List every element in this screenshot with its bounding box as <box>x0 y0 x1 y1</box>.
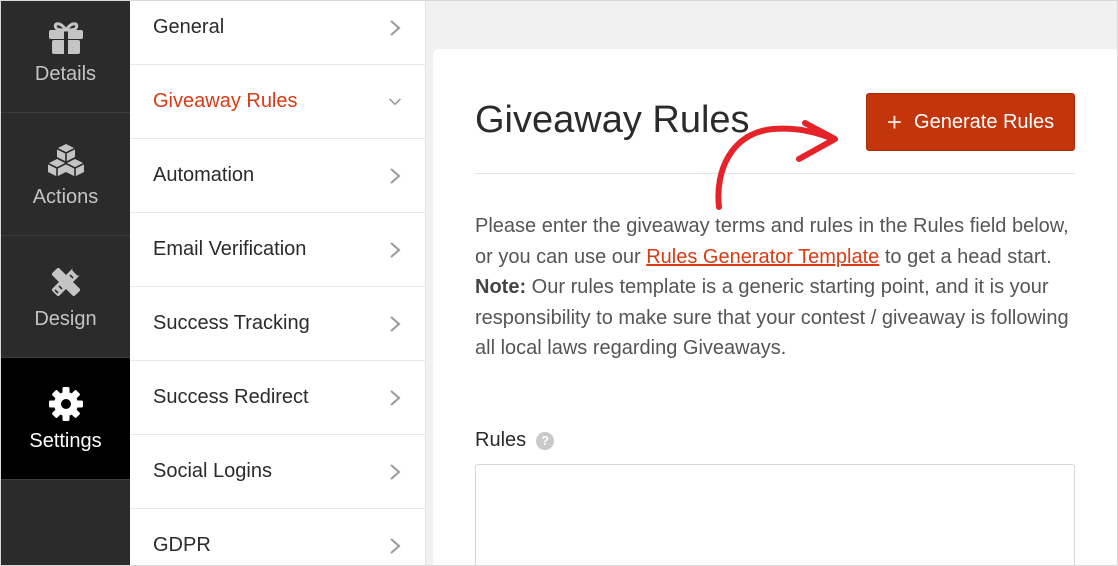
subnav-item-success-redirect[interactable]: Success Redirect <box>130 361 426 435</box>
plus-icon: + <box>886 107 903 137</box>
chevron-right-icon <box>388 389 402 406</box>
subnav-item-giveaway-rules[interactable]: Giveaway Rules <box>130 65 426 139</box>
rules-description: Please enter the giveaway terms and rule… <box>475 211 1085 364</box>
subnav-item-automation[interactable]: Automation <box>130 139 426 213</box>
settings-subnav: General Giveaway Rules Automation Email … <box>130 1 426 565</box>
sidebar-item-label: Details <box>34 63 97 85</box>
sidebar-item-actions[interactable]: Actions <box>1 114 130 236</box>
subnav-item-label: Email Verification <box>153 238 307 260</box>
gear-icon <box>46 384 86 424</box>
subnav-item-general[interactable]: General <box>130 1 426 65</box>
note-text: Our rules template is a generic starting… <box>475 276 1069 359</box>
subnav-item-label: Giveaway Rules <box>153 90 298 112</box>
note-label: Note: <box>475 276 527 298</box>
subnav-item-label: Automation <box>153 164 255 186</box>
main-sidebar: Details Actions Design Settings <box>1 1 130 565</box>
generate-rules-button[interactable]: + Generate Rules <box>866 93 1075 151</box>
help-icon[interactable]: ? <box>536 431 555 450</box>
annotation-arrow <box>715 120 838 210</box>
pencil-ruler-icon <box>46 262 86 302</box>
app-frame: Details Actions Design Settings General … <box>0 0 1118 566</box>
chevron-right-icon <box>388 463 402 480</box>
rules-generator-template-link[interactable]: Rules Generator Template <box>646 246 879 268</box>
subnav-item-label: Success Redirect <box>153 386 309 408</box>
sidebar-item-label: Settings <box>29 430 102 452</box>
chevron-right-icon <box>388 19 402 36</box>
sidebar-item-design[interactable]: Design <box>1 236 130 358</box>
generate-rules-label: Generate Rules <box>914 110 1055 133</box>
rules-field-label: Rules ? <box>475 429 555 452</box>
sidebar-item-label: Design <box>34 308 97 330</box>
gift-icon <box>46 17 86 57</box>
subnav-item-label: Success Tracking <box>153 312 310 334</box>
cubes-icon <box>46 140 86 180</box>
desc-text: to get a head start. <box>879 245 1052 268</box>
subnav-item-label: GDPR <box>153 534 211 556</box>
sidebar-item-label: Actions <box>32 186 99 208</box>
rules-textarea[interactable] <box>475 464 1075 565</box>
subnav-item-gdpr[interactable]: GDPR <box>130 509 426 565</box>
chevron-right-icon <box>388 315 402 332</box>
subnav-item-label: General <box>153 16 225 38</box>
subnav-item-label: Social Logins <box>153 460 272 482</box>
chevron-right-icon <box>388 241 402 258</box>
chevron-right-icon <box>388 537 402 554</box>
sidebar-item-details[interactable]: Details <box>1 1 130 113</box>
rules-label-text: Rules <box>475 429 527 451</box>
chevron-right-icon <box>388 167 402 184</box>
sidebar-item-settings[interactable]: Settings <box>1 358 130 480</box>
subnav-item-success-tracking[interactable]: Success Tracking <box>130 287 426 361</box>
subnav-item-email-verification[interactable]: Email Verification <box>130 213 426 287</box>
subnav-item-social-logins[interactable]: Social Logins <box>130 435 426 509</box>
chevron-down-icon <box>388 95 402 109</box>
